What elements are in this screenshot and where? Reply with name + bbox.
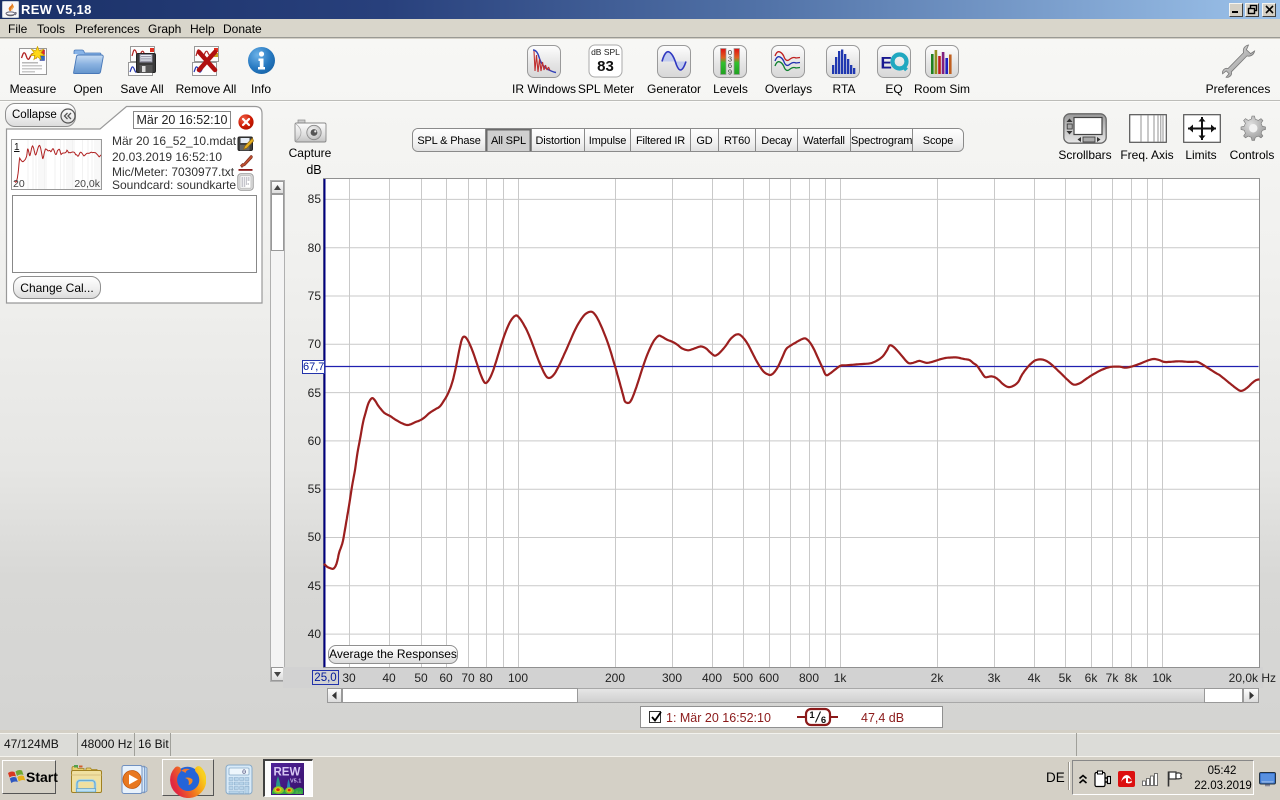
svg-text:0: 0 xyxy=(242,769,246,776)
svg-text:REW: REW xyxy=(274,767,301,779)
svg-text:6: 6 xyxy=(821,715,826,726)
svg-text:1: 1 xyxy=(809,710,815,721)
svg-text:V5.1: V5.1 xyxy=(290,779,301,785)
